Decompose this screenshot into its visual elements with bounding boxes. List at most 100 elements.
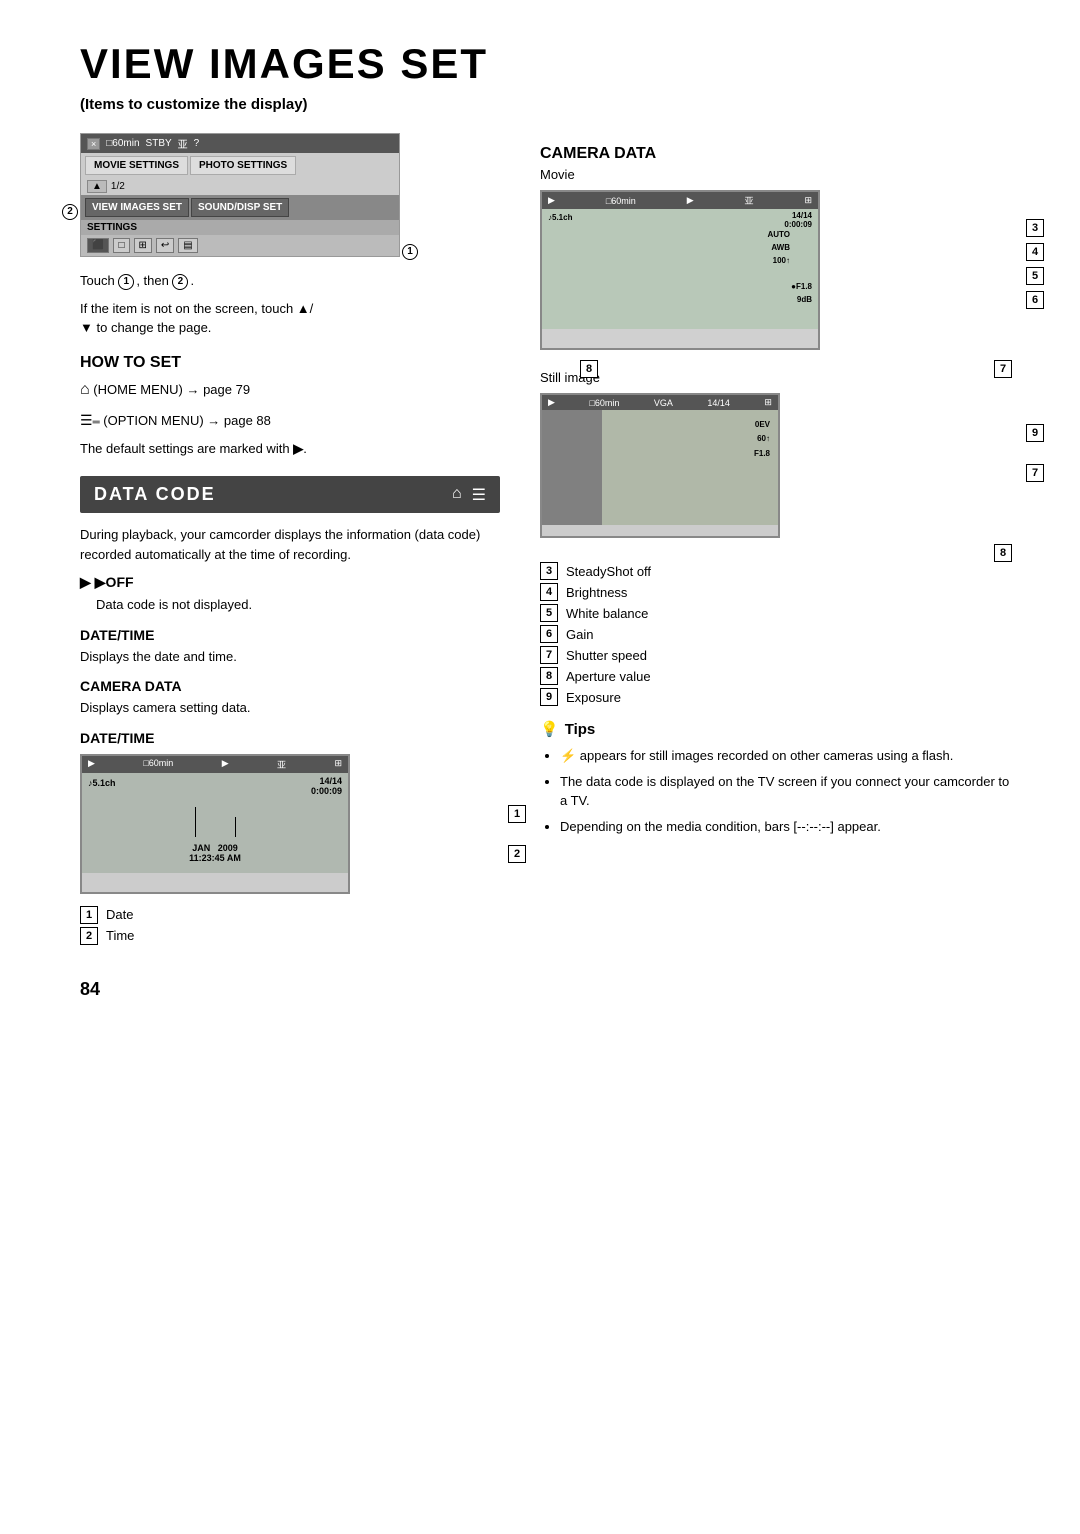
close-icon: × (87, 138, 100, 150)
standby-status: STBY (146, 138, 172, 149)
icon-menu[interactable]: ▤ (178, 238, 197, 253)
icon-back[interactable]: ↩ (156, 238, 174, 253)
movie-screen-top: ▶ □60min ▶ 亚 ⊞ (542, 192, 818, 209)
movie-callout-4: 4 (1026, 242, 1048, 261)
signal-icon: 亚 (178, 136, 188, 151)
option-icon: ☰ (472, 485, 486, 505)
camera-data-heading: CAMERA DATA (540, 145, 1020, 163)
movie-label: Movie (540, 167, 1020, 182)
dt-battery: ⊞ (334, 758, 342, 771)
tips-list: ⚡ appears for still images recorded on o… (540, 746, 1020, 836)
movie-counter: 14/140:00:09 (784, 211, 812, 229)
still-main-area: 0EV60↑F1.8 (542, 410, 778, 525)
movie-callout-5: 5 (1026, 266, 1048, 285)
datetime2-heading: DATE/TIME (80, 730, 500, 746)
icon-camera[interactable]: ⬛ (87, 238, 109, 253)
still-callout-7: 7 (1026, 463, 1048, 482)
movie-callout-3: 3 (1026, 218, 1048, 237)
callout-1: 1 (402, 243, 420, 260)
icon-grid[interactable]: ⊞ (134, 238, 152, 253)
still-overlays: 0EV60↑F1.8 (754, 418, 770, 461)
menu-mockup: × □60min STBY 亚 ? MOVIE SETTINGS PHOTO S… (80, 133, 400, 257)
dt-callout-1: 1 (508, 804, 530, 823)
legend-brightness: 4 Brightness (540, 583, 1020, 601)
movie-play-icon: ▶ (687, 195, 694, 206)
still-callout-9: 9 (1026, 423, 1048, 442)
page-subtitle: (Items to customize the display) (80, 96, 1020, 113)
nav-up-button[interactable]: ▲ (87, 180, 107, 193)
data-code-body: During playback, your camcorder displays… (80, 525, 500, 564)
dt-play-icon: ▶ (222, 758, 229, 771)
legend-gain: 6 Gain (540, 625, 1020, 643)
dt-rec-icon: ▶ (88, 758, 95, 771)
still-screen-top: ▶ □60min VGA 14/14 ⊞ (542, 395, 778, 410)
sound-disp-set-button[interactable]: SOUND/DISP SET (191, 198, 289, 217)
photo-settings-button[interactable]: PHOTO SETTINGS (190, 156, 296, 175)
still-counter: 14/14 (707, 398, 730, 408)
movie-callout-8: 8 (580, 359, 602, 378)
dt-line2 (235, 817, 236, 837)
movie-battery: ⊞ (804, 195, 812, 206)
dt-tape-time: □60min (143, 758, 173, 771)
movie-rec-icon: ▶ (548, 195, 555, 206)
settings-label: SETTINGS (81, 220, 399, 235)
dt-callout-2: 2 (508, 844, 530, 863)
legend-steadyshot: 3 SteadyShot off (540, 562, 1020, 580)
still-vga: VGA (654, 398, 673, 408)
movie-overlays: AUTOAWB100↑ (767, 229, 790, 267)
datetime-heading: DATE/TIME (80, 627, 500, 643)
menu-icon-row: ⬛ □ ⊞ ↩ ▤ (81, 235, 399, 256)
dt-counter: 14/140:00:09 (311, 776, 342, 796)
dt-legend: 1 Date 2 Time (80, 906, 500, 945)
datetime-screen: ▶ □60min ▶ 亚 ⊞ ♪5.1ch 14/140:00:09 JAN 2… (80, 754, 350, 894)
menu-highlighted-row: VIEW IMAGES SET SOUND/DISP SET (81, 195, 399, 220)
lightbulb-icon: 💡 (540, 720, 559, 738)
page-indicator: 1/2 (111, 181, 125, 192)
movie-screen: ▶ □60min ▶ 亚 ⊞ ♪5.1ch 14/140:00:09 AUTOA… (540, 190, 820, 350)
legend-aperture: 8 Aperture value (540, 667, 1020, 685)
circle-2: 2 (172, 274, 188, 290)
movie-callout-7: 7 (994, 359, 1016, 378)
tips-heading: 💡 Tips (540, 720, 1020, 738)
tip-2: The data code is displayed on the TV scr… (560, 772, 1020, 811)
still-battery: ⊞ (764, 397, 772, 408)
help-icon: ? (194, 138, 200, 149)
circle-1: 1 (118, 274, 134, 290)
movie-settings-button[interactable]: MOVIE SETTINGS (85, 156, 188, 175)
tape-time-display: □60min (106, 138, 139, 149)
camera-data-body: Displays camera setting data. (80, 698, 500, 718)
movie-callout-6: 6 (1026, 290, 1048, 309)
right-column: CAMERA DATA Movie ▶ □60min ▶ 亚 ⊞ ♪5.1ch … (540, 133, 1020, 959)
home-icon: ⌂ (452, 485, 462, 505)
still-screen: ▶ □60min VGA 14/14 ⊞ 0EV60↑F1.8 (540, 393, 780, 538)
dt-audio: ♪5.1ch (88, 778, 116, 788)
page-number: 84 (80, 979, 1020, 1000)
off-body: Data code is not displayed. (96, 595, 500, 615)
dt-signal: 亚 (277, 758, 286, 771)
movie-signal: 亚 (745, 194, 754, 207)
home-menu-text: ⌂ (HOME MENU) → page 79 (80, 378, 500, 402)
data-code-title: DATA CODE (94, 484, 216, 505)
still-thumbnail-area (542, 410, 602, 525)
tip-3: Depending on the media condition, bars [… (560, 817, 1020, 837)
how-to-set-heading: How to set (80, 354, 500, 372)
option-menu-text: ☰═ (OPTION MENU) → page 88 (80, 410, 500, 431)
default-text: The default settings are marked with ▶. (80, 439, 500, 459)
banner-icons: ⌂ ☰ (452, 485, 486, 505)
movie-tape-time: □60min (606, 196, 636, 206)
left-column: × □60min STBY 亚 ? MOVIE SETTINGS PHOTO S… (80, 133, 500, 959)
view-images-set-button[interactable]: VIEW IMAGES SET (85, 198, 189, 217)
legend-date: 1 Date (80, 906, 500, 924)
tip-1: ⚡ appears for still images recorded on o… (560, 746, 1020, 766)
movie-aperture: ●F1.89dB (791, 281, 812, 307)
still-tape-time: □60min (589, 398, 619, 408)
touch-note: If the item is not on the screen, touch … (80, 299, 500, 338)
menu-top-bar: × □60min STBY 亚 ? (81, 134, 399, 153)
legend-list: 3 SteadyShot off 4 Brightness 5 White ba… (540, 562, 1020, 706)
dt-main-area: ♪5.1ch 14/140:00:09 JAN 200911:23:45 AM (82, 773, 348, 873)
icon-display[interactable]: □ (113, 238, 129, 253)
data-code-banner: DATA CODE ⌂ ☰ (80, 476, 500, 513)
legend-time: 2 Time (80, 927, 500, 945)
dt-date-display: JAN 200911:23:45 AM (189, 843, 241, 863)
datetime-body: Displays the date and time. (80, 647, 500, 667)
